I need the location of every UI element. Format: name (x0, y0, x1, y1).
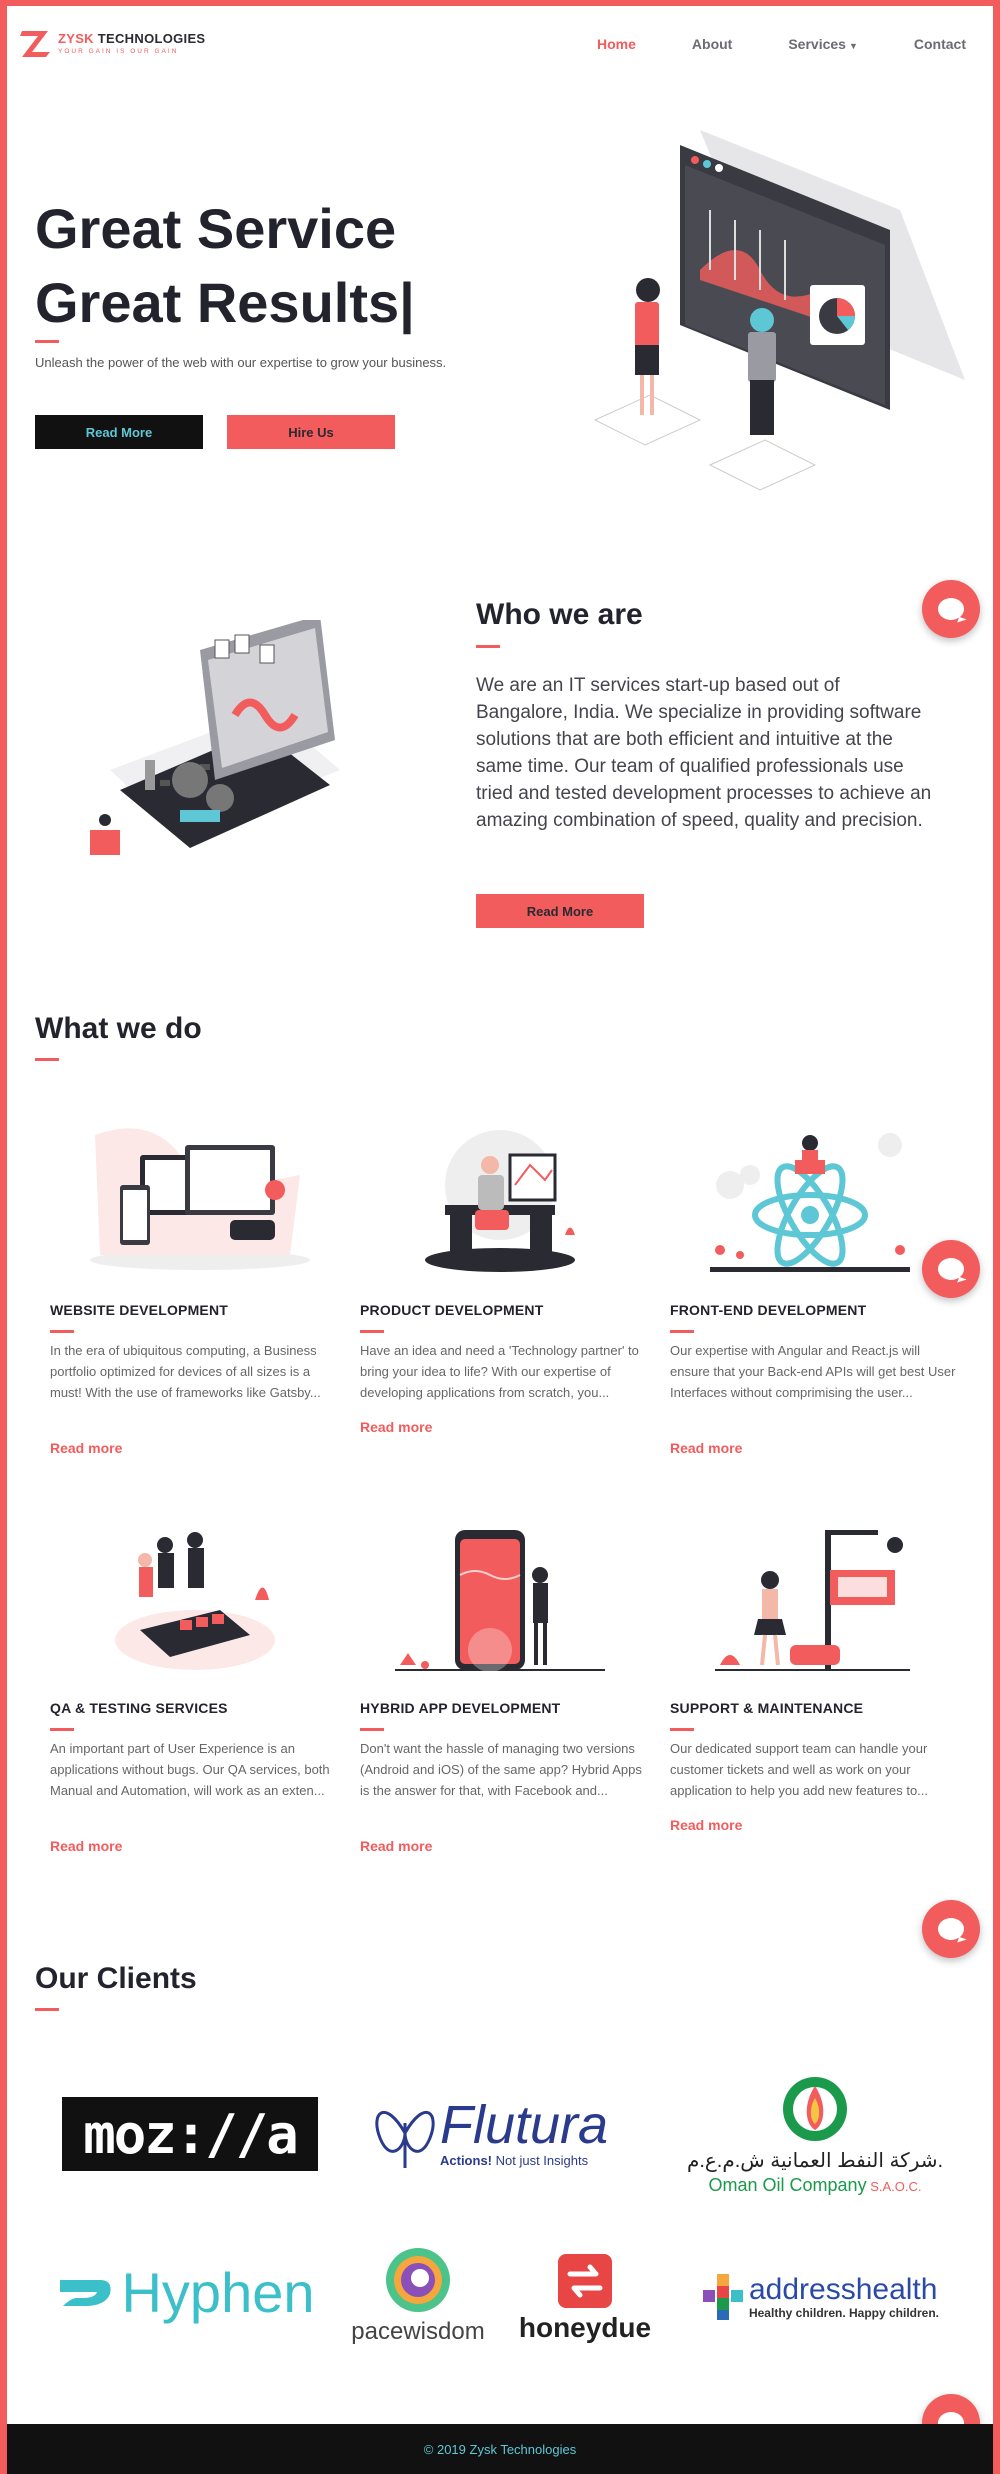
website-development-illustration (90, 1128, 310, 1270)
client-logo-hyphen: Hyphen (50, 2252, 320, 2332)
nav-about[interactable]: About (692, 36, 732, 52)
service-divider (670, 1728, 694, 1731)
service-title-frontend: FRONT-END DEVELOPMENT (670, 1302, 867, 1318)
top-navbar: ZYSK TECHNOLOGIES YOUR GAIN IS OUR GAIN … (20, 22, 980, 72)
addresshealth-cross-icon (702, 2274, 743, 2320)
who-we-are-illustration (90, 620, 340, 855)
our-clients-title: Our Clients (35, 1962, 197, 1995)
flutura-butterfly-icon (375, 2110, 435, 2168)
client-logo-pacewisdom: pacewisdom (348, 2240, 488, 2350)
footer-copyright: © 2019 Zysk Technologies (423, 2441, 577, 2457)
service-divider (360, 1330, 384, 1333)
logo[interactable]: ZYSK TECHNOLOGIES YOUR GAIN IS OUR GAIN (20, 28, 205, 58)
logo-name: ZYSK TECHNOLOGIES (58, 31, 206, 46)
service-desc-product: Have an idea and need a 'Technology part… (360, 1343, 639, 1400)
hero-divider (35, 340, 59, 343)
service-read-more-hybrid[interactable]: Read more (360, 1838, 432, 1854)
support-maintenance-illustration (715, 1530, 910, 1671)
nav-services[interactable]: Services ▼ (788, 36, 858, 52)
logo-tagline: YOUR GAIN IS OUR GAIN (58, 48, 179, 55)
service-desc-frontend: Our expertise with Angular and React.js … (670, 1343, 956, 1400)
service-desc-support: Our dedicated support team can handle yo… (670, 1741, 929, 1798)
client-logo-mozilla: moz://a (62, 2097, 318, 2171)
who-read-more-button[interactable]: Read More (476, 894, 644, 928)
what-divider (35, 1058, 59, 1061)
zysk-logo-icon (20, 28, 54, 58)
client-logo-honeydue: honeydue (510, 2248, 660, 2348)
service-title-qa: QA & TESTING SERVICES (50, 1700, 228, 1716)
caret-down-icon: ▼ (848, 41, 858, 51)
service-title-product: PRODUCT DEVELOPMENT (360, 1302, 544, 1318)
qa-testing-illustration (115, 1532, 275, 1670)
who-we-are-title: Who we are (476, 598, 643, 631)
front-end-development-illustration (710, 1133, 910, 1272)
hyphen-mark-icon (60, 2280, 112, 2306)
service-read-more-frontend[interactable]: Read more (670, 1440, 742, 1456)
service-title-support: SUPPORT & MAINTENANCE (670, 1700, 864, 1716)
pacewisdom-swirl-icon (386, 2248, 450, 2312)
chat-widget-button[interactable] (922, 1240, 980, 1298)
hero-dashboard-illustration (593, 130, 965, 491)
service-divider (670, 1330, 694, 1333)
service-divider (50, 1330, 74, 1333)
client-logo-flutura: Flutura Actions! Not just Insights (370, 2085, 630, 2180)
chat-widget-button[interactable] (922, 1900, 980, 1958)
chat-icon (938, 598, 964, 620)
hybrid-app-illustration (395, 1530, 605, 1672)
hire-us-button[interactable]: Hire Us (227, 415, 395, 449)
service-read-more-support[interactable]: Read more (670, 1817, 742, 1833)
hero-read-more-button[interactable]: Read More (35, 415, 203, 449)
service-divider (50, 1728, 74, 1731)
chat-widget-button[interactable] (922, 580, 980, 638)
main-menu: Home About Services ▼ Contact (597, 36, 966, 52)
footer: © 2019 Zysk Technologies (0, 2424, 1000, 2474)
client-logo-oman-oil: شركة النفط العمانية ش.م.ع.م. Oman Oil Co… (680, 2060, 950, 2210)
service-desc-website: In the era of ubiquitous computing, a Bu… (50, 1343, 321, 1400)
service-read-more-product[interactable]: Read more (360, 1419, 432, 1435)
nav-home[interactable]: Home (597, 36, 636, 52)
service-desc-qa: An important part of User Experience is … (50, 1741, 330, 1798)
hero-subtitle: Unleash the power of the web with our ex… (35, 355, 447, 370)
clients-divider (35, 2008, 59, 2011)
who-divider (476, 645, 500, 648)
oman-oil-emblem-icon (783, 2077, 847, 2141)
client-logo-addresshealth: addresshealth Healthy children. Happy ch… (690, 2262, 950, 2332)
service-divider (360, 1728, 384, 1731)
service-title-website: WEBSITE DEVELOPMENT (50, 1302, 229, 1318)
service-title-hybrid: HYBRID APP DEVELOPMENT (360, 1700, 561, 1716)
nav-contact[interactable]: Contact (914, 36, 966, 52)
chat-icon (938, 1918, 964, 1940)
hero-title: Great Service Great Results| (35, 197, 415, 334)
what-we-do-title: What we do (35, 1012, 202, 1045)
honeydue-arrows-icon (558, 2254, 612, 2308)
service-read-more-qa[interactable]: Read more (50, 1838, 122, 1854)
product-development-illustration (425, 1130, 575, 1272)
service-read-more-website[interactable]: Read more (50, 1440, 122, 1456)
chat-icon (938, 1258, 964, 1280)
service-desc-hybrid: Don't want the hassle of managing two ve… (360, 1741, 642, 1798)
who-we-are-text: We are an IT services start-up based out… (476, 675, 932, 831)
